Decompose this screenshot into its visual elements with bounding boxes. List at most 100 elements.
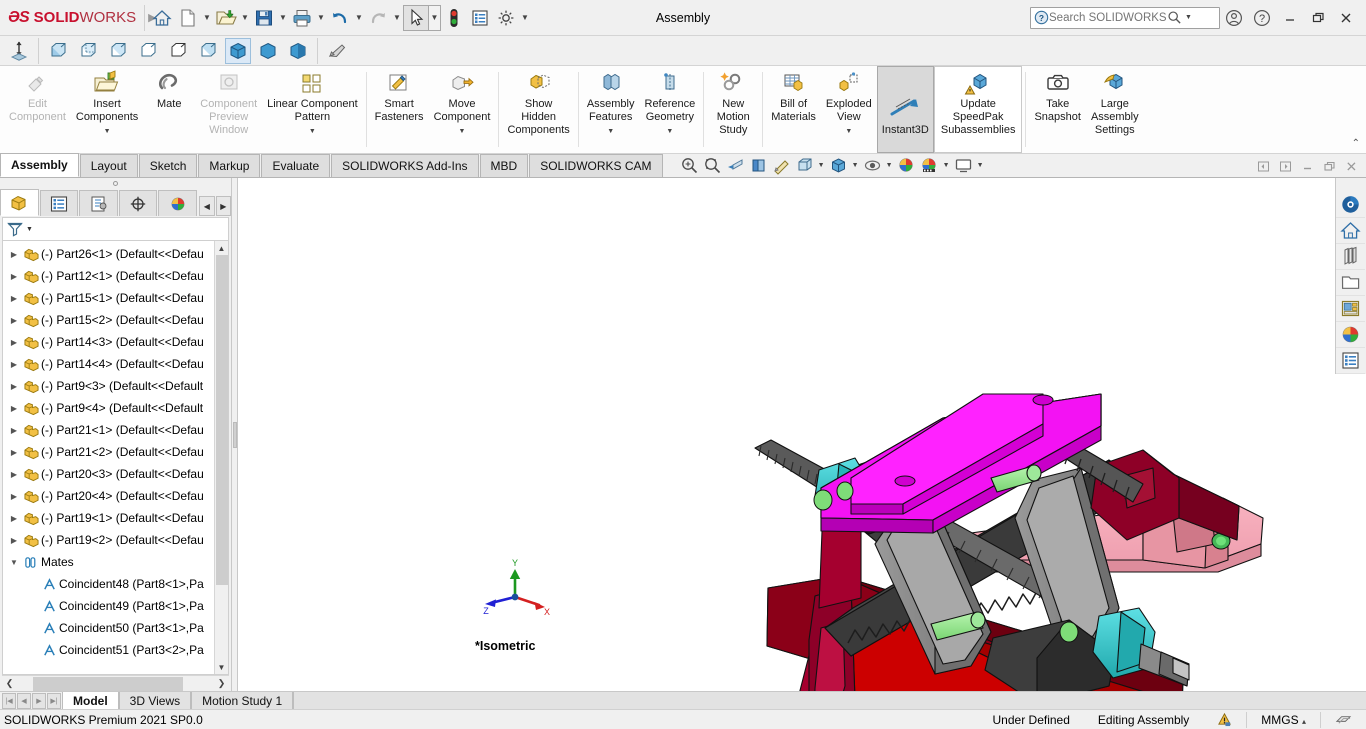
shaded-icon[interactable] bbox=[255, 38, 281, 64]
options-gear-icon[interactable] bbox=[493, 5, 519, 31]
move-component-button[interactable]: Move Component ▼ bbox=[429, 66, 496, 153]
close-window-button[interactable] bbox=[1332, 5, 1360, 31]
custom-properties-icon[interactable] bbox=[1336, 348, 1365, 374]
tree-component-row[interactable]: ▶ (-) Part12<1> (Default<<Defau bbox=[3, 265, 228, 287]
tab-model[interactable]: Model bbox=[62, 692, 119, 709]
print-dropdown-caret-icon[interactable]: ▼ bbox=[315, 5, 327, 31]
chevron-right-icon[interactable]: ▶ bbox=[7, 360, 21, 369]
feature-manager-tab[interactable] bbox=[0, 189, 39, 216]
options-dropdown-caret-icon[interactable]: ▼ bbox=[519, 5, 531, 31]
user-account-icon[interactable] bbox=[1220, 5, 1248, 31]
new-motion-study-button[interactable]: New Motion Study bbox=[707, 66, 759, 153]
open-document-dropdown-caret-icon[interactable]: ▼ bbox=[239, 5, 251, 31]
measure-icon[interactable] bbox=[770, 154, 793, 176]
tab-solidworks-cam[interactable]: SOLIDWORKS CAM bbox=[529, 154, 663, 177]
save-dropdown-caret-icon[interactable]: ▼ bbox=[277, 5, 289, 31]
chevron-right-icon[interactable]: ▶ bbox=[7, 294, 21, 303]
print-icon[interactable] bbox=[289, 5, 315, 31]
chevron-down-icon[interactable]: ▼ bbox=[607, 125, 614, 138]
chevron-down-icon[interactable]: ▼ bbox=[309, 125, 316, 138]
tab-scroll-right-button[interactable]: ▶ bbox=[215, 196, 232, 216]
undo-dropdown-caret-icon[interactable]: ▼ bbox=[353, 5, 365, 31]
minimize-document-button[interactable] bbox=[1296, 155, 1318, 177]
tab-solidworks-add-ins[interactable]: SOLIDWORKS Add-Ins bbox=[331, 154, 479, 177]
close-document-button[interactable] bbox=[1340, 155, 1362, 177]
edit-appearance-icon[interactable] bbox=[895, 154, 918, 176]
tree-component-row[interactable]: ▶ (-) Part15<2> (Default<<Defau bbox=[3, 309, 228, 331]
chevron-right-icon[interactable]: ▶ bbox=[7, 514, 21, 523]
assembly-features-button[interactable]: Assembly Features ▼ bbox=[582, 66, 640, 153]
zoom-to-fit-icon[interactable] bbox=[678, 154, 701, 176]
select-arrow-icon[interactable] bbox=[403, 4, 429, 31]
chevron-down-icon[interactable]: ▼ bbox=[459, 125, 466, 138]
show-hidden-components-button[interactable]: Show Hidden Components bbox=[502, 66, 574, 153]
previous-tab-button[interactable]: ◀ bbox=[17, 692, 31, 709]
hidden-lines-removed-icon[interactable] bbox=[105, 38, 131, 64]
linear-component-pattern-button[interactable]: Linear Component Pattern ▼ bbox=[262, 66, 363, 153]
scroll-right-arrow-icon[interactable]: ❯ bbox=[214, 678, 229, 689]
last-tab-button[interactable]: ▶| bbox=[47, 692, 61, 709]
view-orientation-icon[interactable] bbox=[793, 154, 816, 176]
tree-mate-row[interactable]: Coincident51 (Part3<2>,Pa bbox=[3, 639, 228, 661]
scrollbar-track[interactable] bbox=[17, 676, 214, 691]
scissor-jack-model[interactable] bbox=[243, 188, 1343, 691]
view-orientation-caret-icon[interactable]: ▼ bbox=[816, 154, 827, 176]
view-palette-icon[interactable] bbox=[1336, 296, 1365, 322]
apply-scene-icon[interactable] bbox=[918, 154, 941, 176]
rebuild-warning-icon[interactable] bbox=[1203, 712, 1246, 727]
display-style-caret-icon[interactable]: ▼ bbox=[850, 154, 861, 176]
chevron-right-icon[interactable]: ▶ bbox=[7, 338, 21, 347]
redo-icon[interactable] bbox=[365, 5, 391, 31]
chevron-right-icon[interactable]: ▶ bbox=[7, 272, 21, 281]
new-document-icon[interactable] bbox=[175, 5, 201, 31]
component-preview-window-button[interactable]: Component Preview Window bbox=[195, 66, 262, 153]
tree-component-row[interactable]: ▶ (-) Part21<2> (Default<<Defau bbox=[3, 441, 228, 463]
tab-evaluate[interactable]: Evaluate bbox=[261, 154, 331, 177]
tree-component-row[interactable]: ▶ (-) Part20<3> (Default<<Defau bbox=[3, 463, 228, 485]
appearances-scenes-icon[interactable] bbox=[1336, 322, 1365, 348]
design-library-icon[interactable] bbox=[1336, 244, 1365, 270]
rebuild-icon[interactable] bbox=[441, 5, 467, 31]
undo-icon[interactable] bbox=[327, 5, 353, 31]
insert-components-button[interactable]: Insert Components ▼ bbox=[71, 66, 143, 153]
restore-window-button[interactable] bbox=[1304, 5, 1332, 31]
wireframe-icon[interactable] bbox=[45, 38, 71, 64]
solidworks-resources-icon[interactable] bbox=[1336, 192, 1365, 218]
redo-dropdown-caret-icon[interactable]: ▼ bbox=[391, 5, 403, 31]
property-manager-tab[interactable] bbox=[39, 190, 79, 216]
draft-quality-icon[interactable] bbox=[165, 38, 191, 64]
design-library-home-icon[interactable] bbox=[1336, 218, 1365, 244]
tree-component-row[interactable]: ▶ (-) Part21<1> (Default<<Defau bbox=[3, 419, 228, 441]
graphics-area[interactable]: Y X Z *Isometric bbox=[238, 178, 1366, 691]
panel-grip[interactable] bbox=[0, 178, 231, 188]
chevron-right-icon[interactable]: ▶ bbox=[7, 536, 21, 545]
tree-vertical-scrollbar[interactable]: ▲ ▼ bbox=[214, 241, 228, 674]
collapse-ribbon-chevron-icon[interactable]: ⌃ bbox=[1352, 138, 1360, 149]
tree-component-row[interactable]: ▶ (-) Part20<4> (Default<<Defau bbox=[3, 485, 228, 507]
display-manager-tab[interactable] bbox=[158, 190, 198, 216]
chevron-down-icon[interactable]: ▼ bbox=[7, 558, 21, 567]
chevron-right-icon[interactable]: ▶ bbox=[7, 492, 21, 501]
tab-scroll-left-button[interactable]: ◀ bbox=[199, 196, 215, 216]
edit-component-button[interactable]: Edit Component bbox=[4, 66, 71, 153]
tree-mate-row[interactable]: Coincident48 (Part8<1>,Pa bbox=[3, 573, 228, 595]
minimize-window-button[interactable] bbox=[1276, 5, 1304, 31]
scroll-up-arrow-icon[interactable]: ▲ bbox=[215, 241, 228, 255]
tab-mbd[interactable]: MBD bbox=[479, 154, 529, 177]
display-style-icon[interactable] bbox=[827, 154, 850, 176]
shadows-icon[interactable] bbox=[285, 38, 311, 64]
section-view-icon[interactable] bbox=[747, 154, 770, 176]
mate-button[interactable]: Mate bbox=[143, 66, 195, 153]
previous-pane-button[interactable] bbox=[1252, 155, 1274, 177]
update-speedpak-subassemblies-button[interactable]: Update SpeedPak Subassemblies bbox=[933, 66, 1023, 153]
chevron-right-icon[interactable]: ▶ bbox=[7, 250, 21, 259]
tree-component-row[interactable]: ▶ (-) Part19<1> (Default<<Defau bbox=[3, 507, 228, 529]
tree-component-row[interactable]: ▶ (-) Part14<4> (Default<<Defau bbox=[3, 353, 228, 375]
hide-show-items-caret-icon[interactable]: ▼ bbox=[884, 154, 895, 176]
shaded-with-edges-alt-icon[interactable] bbox=[135, 38, 161, 64]
tree-component-row[interactable]: ▼ Mates bbox=[3, 551, 228, 573]
view-orientation-icon[interactable] bbox=[6, 38, 32, 64]
search-box[interactable]: ? ▼ bbox=[1030, 6, 1220, 29]
tree-mate-row[interactable]: Coincident49 (Part8<1>,Pa bbox=[3, 595, 228, 617]
viewport-icon[interactable] bbox=[952, 154, 975, 176]
